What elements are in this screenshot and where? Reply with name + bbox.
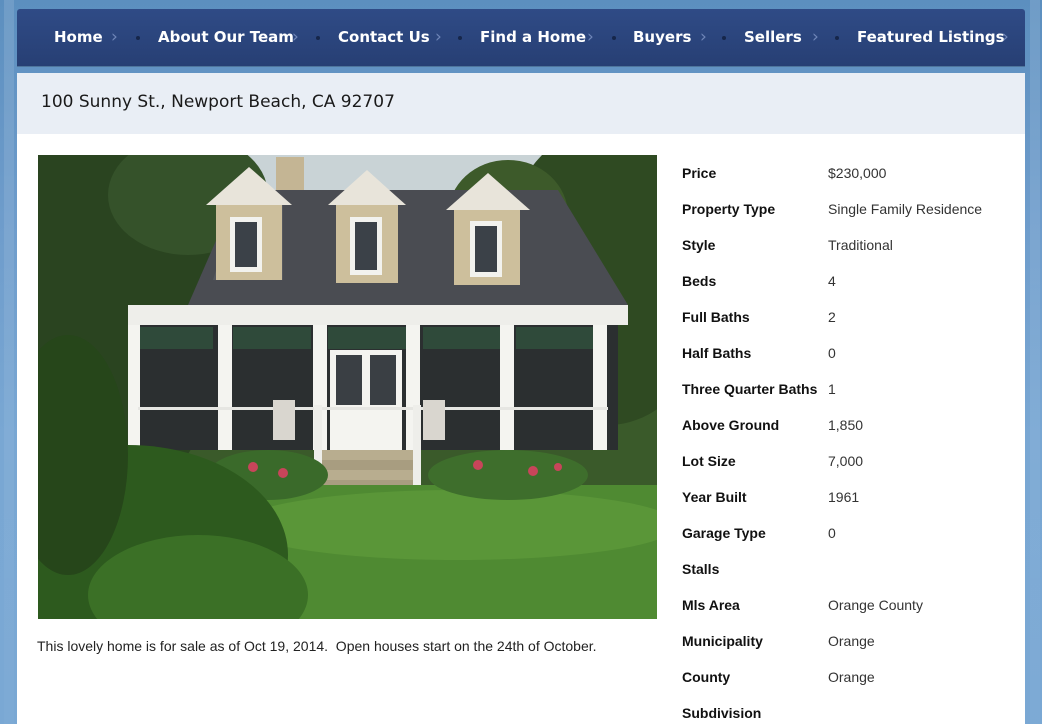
detail-row-lot-size: Lot Size 7,000: [682, 453, 1012, 489]
detail-value: 1,850: [828, 417, 864, 433]
listing-title-bar: 100 Sunny St., Newport Beach, CA 92707: [17, 73, 1025, 134]
detail-row-stalls: Stalls: [682, 561, 1012, 597]
detail-row-half-baths: Half Baths 0: [682, 345, 1012, 381]
detail-label: Full Baths: [682, 309, 750, 325]
detail-value: 2: [828, 309, 836, 325]
listing-description: This lovely home is for sale as of Oct 1…: [37, 638, 597, 654]
detail-row-subdivision: Subdivision: [682, 705, 1012, 724]
detail-label: Beds: [682, 273, 717, 289]
detail-value: 7,000: [828, 453, 864, 469]
detail-label: Municipality: [682, 633, 763, 649]
detail-label: Half Baths: [682, 345, 752, 361]
chevron-right-icon: ›: [1002, 27, 1009, 47]
detail-row-beds: Beds 4: [682, 273, 1012, 309]
nav-item-about-our-team[interactable]: About Our Team: [158, 9, 294, 66]
detail-label: Year Built: [682, 489, 747, 505]
detail-row-municipality: Municipality Orange: [682, 633, 1012, 669]
detail-value: Traditional: [828, 237, 893, 253]
detail-value: Single Family Residence: [828, 201, 983, 217]
detail-label: Price: [682, 165, 717, 181]
detail-value: 0: [828, 345, 836, 361]
detail-label: Garage Type: [682, 525, 766, 541]
detail-row-style: Style Traditional: [682, 237, 1012, 273]
house-photo-illustration: [38, 155, 657, 619]
detail-label: Above Ground: [682, 417, 780, 433]
detail-label: Subdivision: [682, 705, 762, 721]
detail-row-mls-area: Mls Area Orange County: [682, 597, 1012, 633]
detail-value: 1: [828, 381, 836, 397]
chevron-right-icon: ›: [111, 27, 118, 47]
detail-value: $230,000: [828, 165, 887, 181]
chevron-right-icon: ›: [587, 27, 594, 47]
detail-row-above-ground: Above Ground 1,850: [682, 417, 1012, 453]
detail-label: Lot Size: [682, 453, 736, 469]
chevron-right-icon: ›: [812, 27, 819, 47]
separator-dot: [136, 36, 140, 40]
detail-row-county: County Orange: [682, 669, 1012, 705]
nav-item-home[interactable]: Home: [54, 9, 103, 66]
detail-row-price: Price $230,000: [682, 165, 1012, 201]
detail-value: 0: [828, 525, 836, 541]
detail-value: Orange: [828, 669, 875, 685]
nav-item-find-a-home[interactable]: Find a Home: [480, 9, 586, 66]
nav-item-contact-us[interactable]: Contact Us: [338, 9, 430, 66]
listing-panel: 100 Sunny St., Newport Beach, CA 92707 T…: [17, 73, 1025, 724]
detail-row-three-quarter-baths: Three Quarter Baths 1: [682, 381, 1012, 417]
detail-row-year-built: Year Built 1961: [682, 489, 1012, 525]
separator-dot: [612, 36, 616, 40]
detail-row-garage-type: Garage Type 0: [682, 525, 1012, 561]
separator-dot: [835, 36, 839, 40]
detail-label: Mls Area: [682, 597, 740, 613]
main-navigation: Home › About Our Team › Contact Us › Fin…: [17, 9, 1025, 66]
background-stripe: [4, 0, 14, 724]
detail-row-property-type: Property Type Single Family Residence: [682, 201, 1012, 237]
listing-title: 100 Sunny St., Newport Beach, CA 92707: [41, 92, 395, 112]
detail-label: Stalls: [682, 561, 720, 577]
detail-value: Orange: [828, 633, 875, 649]
detail-label: Property Type: [682, 201, 776, 217]
detail-label: Three Quarter Baths: [682, 381, 818, 397]
nav-item-featured-listings[interactable]: Featured Listings: [857, 9, 1005, 66]
detail-value: 1961: [828, 489, 860, 505]
chevron-right-icon: ›: [292, 27, 299, 47]
nav-item-buyers[interactable]: Buyers: [633, 9, 691, 66]
background-stripe: [1030, 0, 1040, 724]
detail-value: 4: [828, 273, 836, 289]
detail-label: County: [682, 669, 731, 685]
detail-value: Orange County: [828, 597, 923, 613]
separator-dot: [316, 36, 320, 40]
separator-dot: [458, 36, 462, 40]
chevron-right-icon: ›: [435, 27, 442, 47]
chevron-right-icon: ›: [700, 27, 707, 47]
nav-item-sellers[interactable]: Sellers: [744, 9, 802, 66]
detail-label: Style: [682, 237, 716, 253]
house-photo: [38, 155, 657, 619]
separator-dot: [722, 36, 726, 40]
detail-row-full-baths: Full Baths 2: [682, 309, 1012, 345]
